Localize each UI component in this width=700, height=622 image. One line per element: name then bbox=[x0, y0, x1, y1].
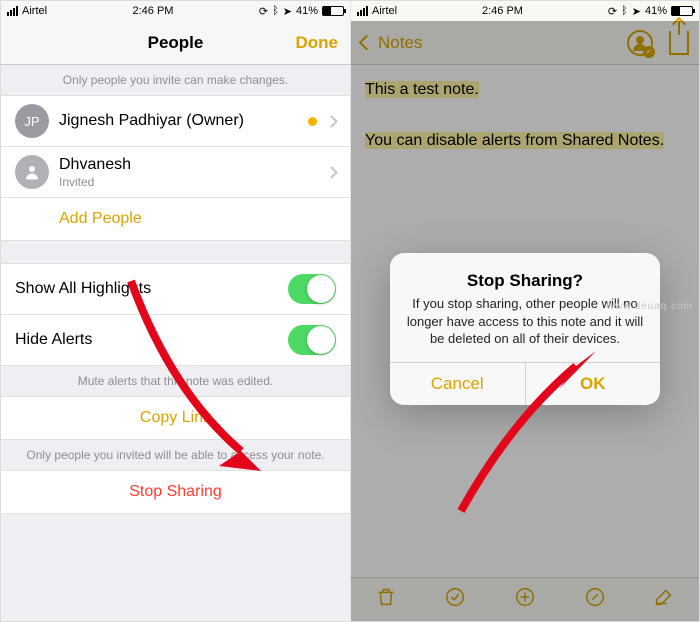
rotation-lock-icon: ⟳ bbox=[259, 5, 268, 18]
chevron-right-icon bbox=[325, 166, 338, 179]
show-highlights-toggle[interactable] bbox=[288, 274, 336, 304]
battery-pct: 41% bbox=[645, 5, 667, 17]
status-bar: Airtel 2:46 PM ⟳ ᛒ ➤ 41% bbox=[351, 1, 699, 21]
clock: 2:46 PM bbox=[133, 5, 174, 17]
checklist-icon[interactable] bbox=[444, 586, 466, 613]
add-icon[interactable] bbox=[514, 586, 536, 613]
person-row-invitee[interactable]: Dhvanesh Invited bbox=[1, 147, 350, 198]
page-title: People bbox=[148, 33, 204, 53]
watermark: www.deuaq.com bbox=[607, 301, 693, 312]
battery-pct: 41% bbox=[296, 5, 318, 17]
shared-people-icon[interactable]: ✓ bbox=[627, 30, 653, 56]
alert-title: Stop Sharing? bbox=[406, 271, 644, 291]
draw-icon[interactable] bbox=[584, 586, 606, 613]
bluetooth-icon: ᛒ bbox=[272, 5, 279, 17]
invite-hint: Only people you invite can make changes. bbox=[1, 65, 350, 95]
alert-ok-button[interactable]: OK bbox=[525, 363, 661, 405]
share-icon[interactable] bbox=[669, 31, 689, 55]
avatar bbox=[15, 155, 49, 189]
compose-icon[interactable] bbox=[653, 586, 675, 613]
rotation-lock-icon: ⟳ bbox=[608, 5, 617, 18]
battery-icon bbox=[322, 6, 344, 16]
person-name: Dhvanesh bbox=[59, 156, 317, 174]
note-line: You can disable alerts from Shared Notes… bbox=[365, 132, 664, 149]
carrier-label: Airtel bbox=[22, 5, 47, 17]
copy-link-button[interactable]: Copy Link bbox=[1, 396, 350, 440]
hide-alerts-row: Hide Alerts bbox=[1, 315, 350, 366]
owner-dot-icon bbox=[308, 117, 317, 126]
signal-icon bbox=[357, 6, 368, 16]
location-icon: ➤ bbox=[632, 5, 641, 18]
signal-icon bbox=[7, 6, 18, 16]
stop-sharing-alert: Stop Sharing? If you stop sharing, other… bbox=[390, 253, 660, 405]
battery-icon bbox=[671, 6, 693, 16]
clock: 2:46 PM bbox=[482, 5, 523, 17]
alert-cancel-button[interactable]: Cancel bbox=[390, 363, 525, 405]
row-label: Hide Alerts bbox=[15, 331, 92, 349]
nav-bar: People Done bbox=[1, 21, 350, 65]
stop-sharing-button[interactable]: Stop Sharing bbox=[1, 470, 350, 514]
mute-hint: Mute alerts that this note was edited. bbox=[1, 366, 350, 396]
trash-icon[interactable] bbox=[375, 586, 397, 613]
hide-alerts-toggle[interactable] bbox=[288, 325, 336, 355]
back-button[interactable]: Notes bbox=[378, 33, 422, 53]
bluetooth-icon: ᛒ bbox=[621, 5, 628, 17]
person-row-owner[interactable]: JP Jignesh Padhiyar (Owner) bbox=[1, 95, 350, 147]
avatar: JP bbox=[15, 104, 49, 138]
access-hint: Only people you invited will be able to … bbox=[1, 440, 350, 470]
note-body[interactable]: This a test note. You can disable alerts… bbox=[351, 65, 699, 166]
row-label: Show All Highlights bbox=[15, 280, 151, 298]
note-line: This a test note. bbox=[365, 81, 479, 98]
add-people-button[interactable]: Add People bbox=[1, 198, 350, 241]
show-highlights-row: Show All Highlights bbox=[1, 263, 350, 315]
person-status: Invited bbox=[59, 175, 317, 189]
chevron-right-icon bbox=[325, 115, 338, 128]
bottom-toolbar bbox=[351, 577, 699, 621]
location-icon: ➤ bbox=[283, 5, 292, 18]
back-chevron-icon[interactable] bbox=[359, 35, 375, 51]
nav-bar: Notes ✓ bbox=[351, 21, 699, 65]
carrier-label: Airtel bbox=[372, 5, 397, 17]
person-name: Jignesh Padhiyar (Owner) bbox=[59, 112, 298, 130]
status-bar: Airtel 2:46 PM ⟳ ᛒ ➤ 41% bbox=[1, 1, 350, 21]
done-button[interactable]: Done bbox=[296, 33, 339, 53]
